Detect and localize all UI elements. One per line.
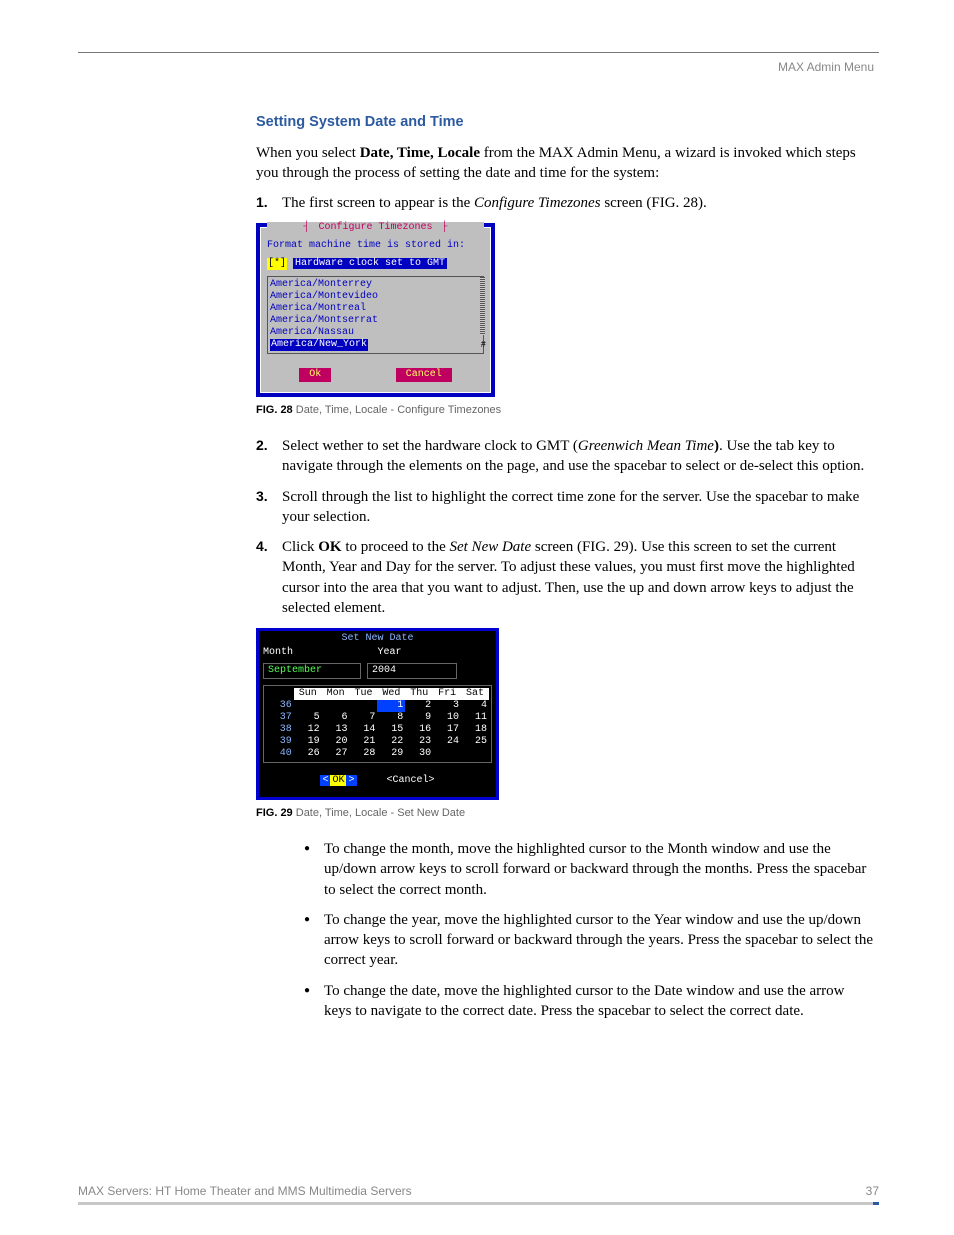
tz-item[interactable]: America/Montreal [270, 303, 481, 315]
step-list: 1. The first screen to appear is the Con… [256, 193, 874, 213]
fig28-title: ┤ Configure Timezones ├ [267, 222, 484, 234]
figure-28-caption: FIG. 28 Date, Time, Locale - Configure T… [256, 403, 874, 418]
bullet-list: To change the month, move the highlighte… [304, 839, 874, 1021]
calendar-table: SunMonTueWedThuFriSat3612343756789101138… [266, 688, 489, 760]
tz-item[interactable]: America/Monterrey [270, 279, 481, 291]
step-list-cont: 2. Select wether to set the hardware clo… [256, 436, 874, 618]
bullet-2: To change the year, move the highlighted… [324, 910, 874, 971]
fig28-timezone-list[interactable]: America/Monterrey America/Montevideo Ame… [267, 276, 484, 354]
month-label: Month [263, 647, 378, 659]
tz-item[interactable]: America/Nassau [270, 327, 481, 339]
fig28-prompt: Format machine time is stored in: [267, 240, 484, 252]
step-4-number: 4. [256, 537, 282, 618]
header-rule [78, 52, 879, 53]
checkbox-mark-icon: [*] [267, 258, 287, 270]
page-number: 37 [866, 1184, 879, 1198]
ok-button[interactable]: Ok [299, 368, 331, 382]
ok-button[interactable]: OK [330, 775, 346, 786]
step-3-number: 3. [256, 487, 282, 528]
step-1-text: The first screen to appear is the Config… [282, 193, 874, 213]
fig29-title: Set New Date [263, 633, 492, 645]
angle-right-icon: > [346, 775, 356, 786]
year-field[interactable]: 2004 [367, 663, 457, 679]
figure-28-dialog: ┤ Configure Timezones ├ Format machine t… [256, 223, 495, 397]
page-footer: MAX Servers: HT Home Theater and MMS Mul… [78, 1184, 879, 1205]
month-field[interactable]: September [263, 663, 361, 679]
step-4-text: Click OK to proceed to the Set New Date … [282, 537, 874, 618]
section-heading: Setting System Date and Time [256, 113, 874, 133]
step-2-text: Select wether to set the hardware clock … [282, 436, 874, 477]
intro-paragraph: When you select Date, Time, Locale from … [256, 143, 874, 184]
main-content: Setting System Date and Time When you se… [256, 113, 874, 1021]
year-label: Year [378, 647, 493, 659]
checkbox-label: Hardware clock set to GMT [293, 258, 447, 269]
calendar-grid[interactable]: SunMonTueWedThuFriSat3612343756789101138… [263, 685, 492, 763]
step-3-text: Scroll through the list to highlight the… [282, 487, 874, 528]
angle-left-icon: < [320, 775, 330, 786]
cancel-button[interactable]: <Cancel> [387, 775, 435, 786]
bullet-1: To change the month, move the highlighte… [324, 839, 874, 900]
tz-item-selected[interactable]: America/New_York [270, 339, 368, 351]
figure-29-dialog: Set New Date Month Year September 2004 S… [256, 628, 499, 800]
scrollbar-icon[interactable] [480, 277, 485, 335]
bullet-3: To change the date, move the highlighted… [324, 981, 874, 1022]
step-2-number: 2. [256, 436, 282, 477]
tz-item[interactable]: America/Montserrat [270, 315, 481, 327]
footer-accent-icon [873, 1202, 879, 1205]
figure-29-caption: FIG. 29 Date, Time, Locale - Set New Dat… [256, 806, 874, 821]
tz-item[interactable]: America/Montevideo [270, 291, 481, 303]
cancel-button[interactable]: Cancel [396, 368, 452, 382]
footer-left: MAX Servers: HT Home Theater and MMS Mul… [78, 1184, 412, 1198]
fig28-gmt-checkbox[interactable]: [*] Hardware clock set to GMT [267, 258, 484, 270]
header-section-label: MAX Admin Menu [778, 60, 874, 74]
step-1-number: 1. [256, 193, 282, 213]
